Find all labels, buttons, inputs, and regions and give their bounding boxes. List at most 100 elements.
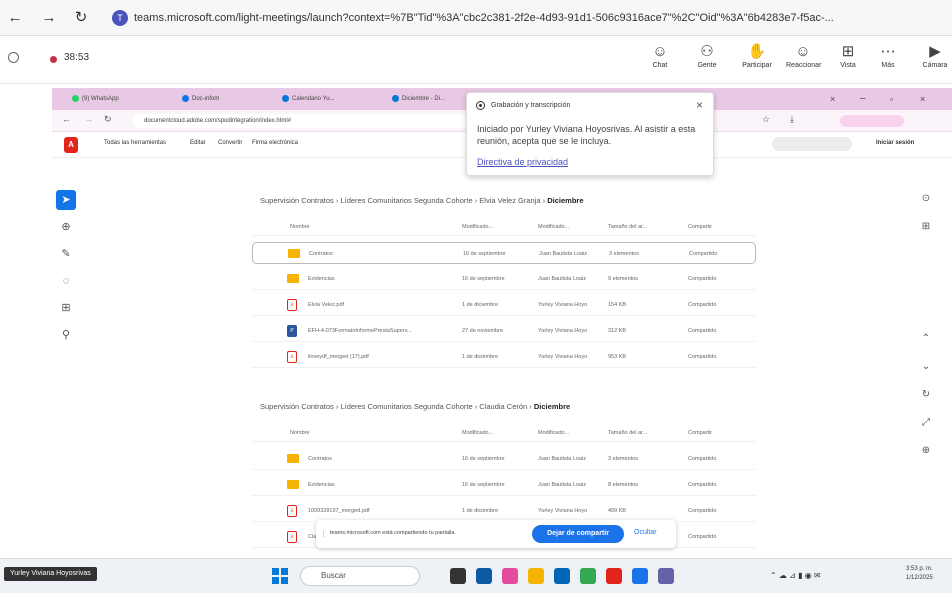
forward-icon[interactable]: → [40, 9, 58, 27]
recording-notification: Grabación y transcripción × Iniciado por… [466, 92, 714, 176]
meet-tool-label: Más [881, 62, 895, 69]
comment-icon[interactable]: ⊙ [914, 188, 938, 210]
text-select-icon[interactable]: ⊞ [56, 298, 76, 318]
breadcrumb-current: Diciembre [533, 402, 571, 411]
pdf-icon: ⅄ [287, 299, 297, 311]
notification-title: Grabación y transcripción [491, 102, 571, 109]
file-row[interactable]: Evidencias 16 de septiembre Juan Bautista … [252, 474, 756, 496]
zoom-in-icon[interactable]: ⊕ [914, 440, 938, 462]
close-icon[interactable]: × [696, 98, 703, 112]
inner-forward-icon[interactable]: → [84, 114, 93, 124]
drag-handle-icon[interactable]: ⋮ [320, 530, 327, 538]
share-status-text: teams.microsoft.com está compartiendo tu… [330, 530, 456, 536]
file-shared: Compartido [688, 456, 717, 462]
inner-back-icon[interactable]: ← [62, 114, 71, 124]
file-row[interactable]: Contratos 16 de septiembre Juan Bautista L… [252, 448, 756, 470]
system-tray-icons[interactable]: ⌃ ☁ ⊿ ▮ ◉ ✉ [770, 571, 821, 580]
login-button[interactable]: Iniciar sesión [876, 140, 914, 146]
recording-dot-icon [50, 56, 57, 63]
task-view-icon[interactable] [450, 568, 466, 584]
file-row[interactable]: ⅄ iloveydf_merged (17).pdf 1 de diciembre Y… [252, 346, 756, 368]
acrobat-taskbar-icon[interactable] [606, 568, 622, 584]
file-row[interactable]: Evidencias 16 de septiembre Juan Bautista … [252, 268, 756, 290]
file-modified: 1 de diciembre [462, 354, 499, 360]
lasso-tool-icon[interactable]: ◌ [56, 271, 76, 291]
chrome-icon[interactable] [580, 568, 596, 584]
windows-taskbar: Yurley Viviana Hoyosrivas Buscar ⌃ ☁ ⊿ ▮… [0, 558, 952, 593]
more-icon: ⋯ [880, 43, 896, 60]
column-header[interactable]: Compartir [688, 430, 712, 436]
column-header[interactable]: Modificado... [462, 224, 493, 230]
inner-minimize-icon[interactable]: – [860, 93, 866, 105]
inner-reload-icon[interactable]: ↻ [104, 114, 112, 125]
file-size: 953 KB [608, 354, 627, 360]
inner-tab-doc[interactable]: Doc-infom [182, 93, 219, 105]
select-tool-icon[interactable]: ➤ [56, 190, 76, 210]
inner-close-icon[interactable]: × [920, 93, 925, 105]
meet-tool-react[interactable]: ☺ Reaccionar [786, 42, 821, 69]
zoom-tool-icon[interactable]: ⊕ [56, 217, 76, 237]
meet-tool-camera[interactable]: ▶ Cámara [918, 42, 952, 69]
file-name: iloveydf_merged (17).pdf [308, 354, 369, 360]
file-row[interactable]: Contratos 16 de septiembre Juan Bautista L… [252, 242, 756, 264]
column-header[interactable]: Tamaño del ar... [608, 224, 647, 230]
column-header[interactable]: Compartir [688, 224, 712, 230]
inner-maximize-icon[interactable]: ▫ [890, 93, 893, 105]
convert-menu[interactable]: Convertir [218, 140, 242, 146]
windows-start-icon[interactable] [272, 568, 288, 584]
back-icon[interactable]: ← [6, 9, 24, 27]
page-down-icon[interactable]: ⌄ [914, 356, 938, 378]
breadcrumb-path[interactable]: Supervisión Contratos › Líderes Comunita… [260, 196, 547, 205]
grid-icon[interactable]: ⊞ [914, 216, 938, 238]
file-row[interactable]: ⅄ 1009328197_merged.pdf 1 de diciembre Yurl… [252, 500, 756, 522]
file-name: Contratos [309, 251, 333, 257]
column-header[interactable]: Modificado... [538, 430, 569, 436]
reload-icon[interactable]: ↻ [72, 9, 90, 27]
fit-page-icon[interactable]: ⤢ [914, 412, 938, 434]
star-icon[interactable]: ☆ [762, 114, 770, 125]
refresh-icon[interactable]: ↻ [914, 384, 938, 406]
inner-tab-calendar[interactable]: Calendario Yu... [282, 93, 335, 105]
file-row[interactable]: ⅄ Elvia Velez.pdf 1 de diciembre Yurley Viv… [252, 294, 756, 316]
column-header[interactable]: Nombre [290, 224, 310, 230]
column-header[interactable]: Modificado... [538, 224, 569, 230]
file-explorer-icon[interactable] [528, 568, 544, 584]
store-icon[interactable] [554, 568, 570, 584]
teams-icon: T [112, 10, 128, 26]
meet-tool-label: Chat [652, 62, 668, 69]
inner-tab-diciembre[interactable]: Diciembre - Di... [392, 93, 445, 105]
breadcrumb-path[interactable]: Supervisión Contratos › Líderes Comunita… [260, 402, 534, 411]
file-by: Juan Bautista Loaiz [539, 251, 588, 257]
inner-tab-whatsapp[interactable]: (9) WhatsApp [72, 93, 119, 105]
meet-tool-people[interactable]: ⚇ Gente [690, 42, 724, 69]
edge-icon[interactable] [476, 568, 492, 584]
copilot-icon[interactable] [502, 568, 518, 584]
taskbar-search[interactable]: Buscar [300, 566, 420, 586]
sign-menu[interactable]: Firma electrónica [252, 140, 298, 146]
file-row[interactable]: P EFH-4-073FormatoInformePrestaSuperv... 2… [252, 320, 756, 342]
file-name: Elvia Velez.pdf [308, 302, 345, 308]
app-icon[interactable] [632, 568, 648, 584]
teams-taskbar-icon[interactable] [658, 568, 674, 584]
all-tools-menu[interactable]: Todas las herramientas [104, 140, 166, 146]
column-header[interactable]: Modificado... [462, 430, 493, 436]
meet-tool-chat[interactable]: ☺ Chat [643, 42, 677, 69]
adobe-search-pill[interactable] [772, 137, 852, 151]
meet-tool-label: Participar [742, 62, 772, 69]
meet-tool-view[interactable]: ⊞ Vista [831, 42, 865, 69]
meet-tool-raise-hand[interactable]: ✋ Participar [740, 42, 774, 69]
address-bar[interactable]: teams.microsoft.com/light-meetings/launc… [134, 8, 904, 28]
meet-tool-more[interactable]: ⋯ Más [871, 42, 905, 69]
stop-sharing-button[interactable]: Dejar de compartir [532, 525, 624, 543]
download-icon[interactable]: ⤓ [790, 114, 794, 125]
inner-tab-close-icon[interactable]: × [830, 93, 835, 105]
pen-tool-icon[interactable]: ✎ [56, 244, 76, 264]
update-button[interactable] [840, 115, 904, 127]
column-header[interactable]: Tamaño del ar... [608, 430, 647, 436]
edit-menu[interactable]: Editar [190, 140, 206, 146]
privacy-link[interactable]: Directiva de privacidad [477, 157, 568, 167]
hide-button[interactable]: Ocultar [634, 529, 657, 536]
stamp-tool-icon[interactable]: ⚲ [56, 325, 76, 345]
column-header[interactable]: Nombre [290, 430, 310, 436]
page-up-icon[interactable]: ⌃ [914, 328, 938, 350]
